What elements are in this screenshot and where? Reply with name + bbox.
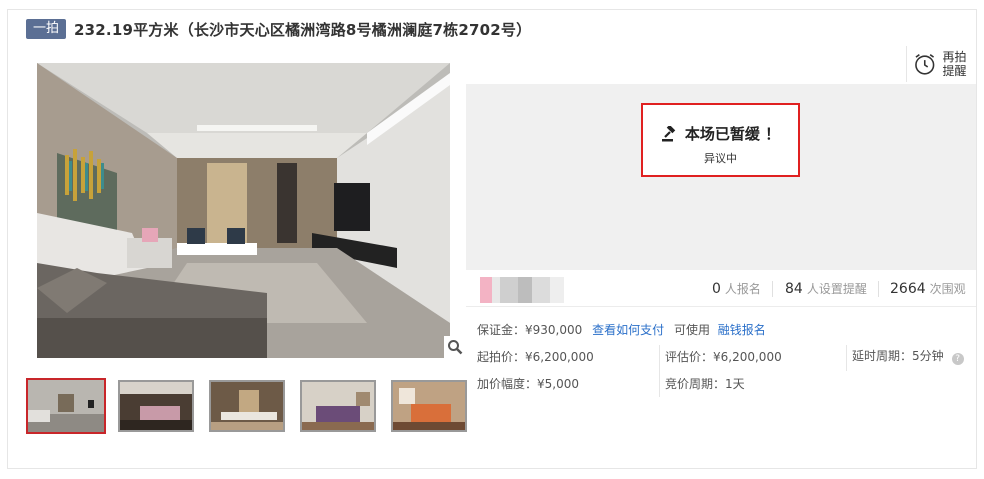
thumbnail-strip	[26, 378, 482, 434]
signup-count: 0 人报名	[712, 281, 761, 297]
alarm-clock-icon	[915, 54, 935, 75]
zoom-button[interactable]	[444, 336, 466, 358]
magnifier-icon	[448, 340, 463, 355]
remind-button[interactable]: 再拍提醒	[906, 46, 968, 82]
deposit-amount: 保证金：¥930,000	[477, 323, 583, 337]
status-main: 本场已暂缓 ！	[643, 123, 798, 144]
thumbnail-dining-room[interactable]	[209, 380, 285, 432]
stat-divider	[878, 281, 879, 297]
delay-period: 延时周期：5分钟	[852, 349, 944, 363]
title-row: 一拍 232.19平方米（长沙市天心区橘洲湾路8号橘洲澜庭7栋2702号）	[26, 18, 531, 40]
start-price: 起拍价：¥6,200,000	[477, 350, 594, 364]
thumbnail-bedroom-1[interactable]	[118, 380, 194, 432]
view-count: 2664 次围观	[890, 281, 966, 297]
thumbnail-master-bedroom[interactable]	[391, 380, 467, 432]
appraisal-price: 评估价：¥6,200,000	[665, 350, 782, 364]
info-divider	[659, 345, 660, 397]
bid-period: 竞价周期：1天	[665, 377, 745, 391]
thumbnail-bedroom-2[interactable]	[300, 380, 376, 432]
delay-period-row: 延时周期：5分钟?	[852, 347, 964, 365]
info-divider	[846, 345, 847, 371]
status-sub: 异议中	[704, 152, 737, 165]
help-icon[interactable]: ?	[951, 353, 964, 365]
living-room-photo	[37, 63, 450, 358]
bid-increment: 加价幅度：¥5,000	[477, 377, 579, 391]
can-use-label: 可使用	[673, 323, 710, 337]
blurred-avatar	[480, 277, 564, 303]
how-to-pay-link[interactable]: 查看如何支付	[592, 323, 664, 337]
deposit-row: 保证金：¥930,000 查看如何支付 可使用 融钱报名	[477, 321, 766, 338]
gavel-icon	[661, 125, 676, 141]
stat-divider	[772, 281, 773, 297]
remind-label: 再拍提醒	[942, 50, 967, 78]
status-main-text: 本场已暂缓 ！	[684, 125, 781, 143]
page-title: 232.19平方米（长沙市天心区橘洲湾路8号橘洲澜庭7栋2702号）	[74, 20, 532, 39]
status-box: 本场已暂缓 ！ 异议中	[641, 103, 800, 177]
auction-round-tag: 一拍	[26, 19, 67, 39]
financing-signup-link[interactable]: 融钱报名	[718, 323, 766, 337]
thumbnail-living-room[interactable]	[26, 378, 106, 434]
reminder-count: 84 人设置提醒	[785, 281, 867, 297]
main-photo[interactable]	[37, 63, 450, 358]
